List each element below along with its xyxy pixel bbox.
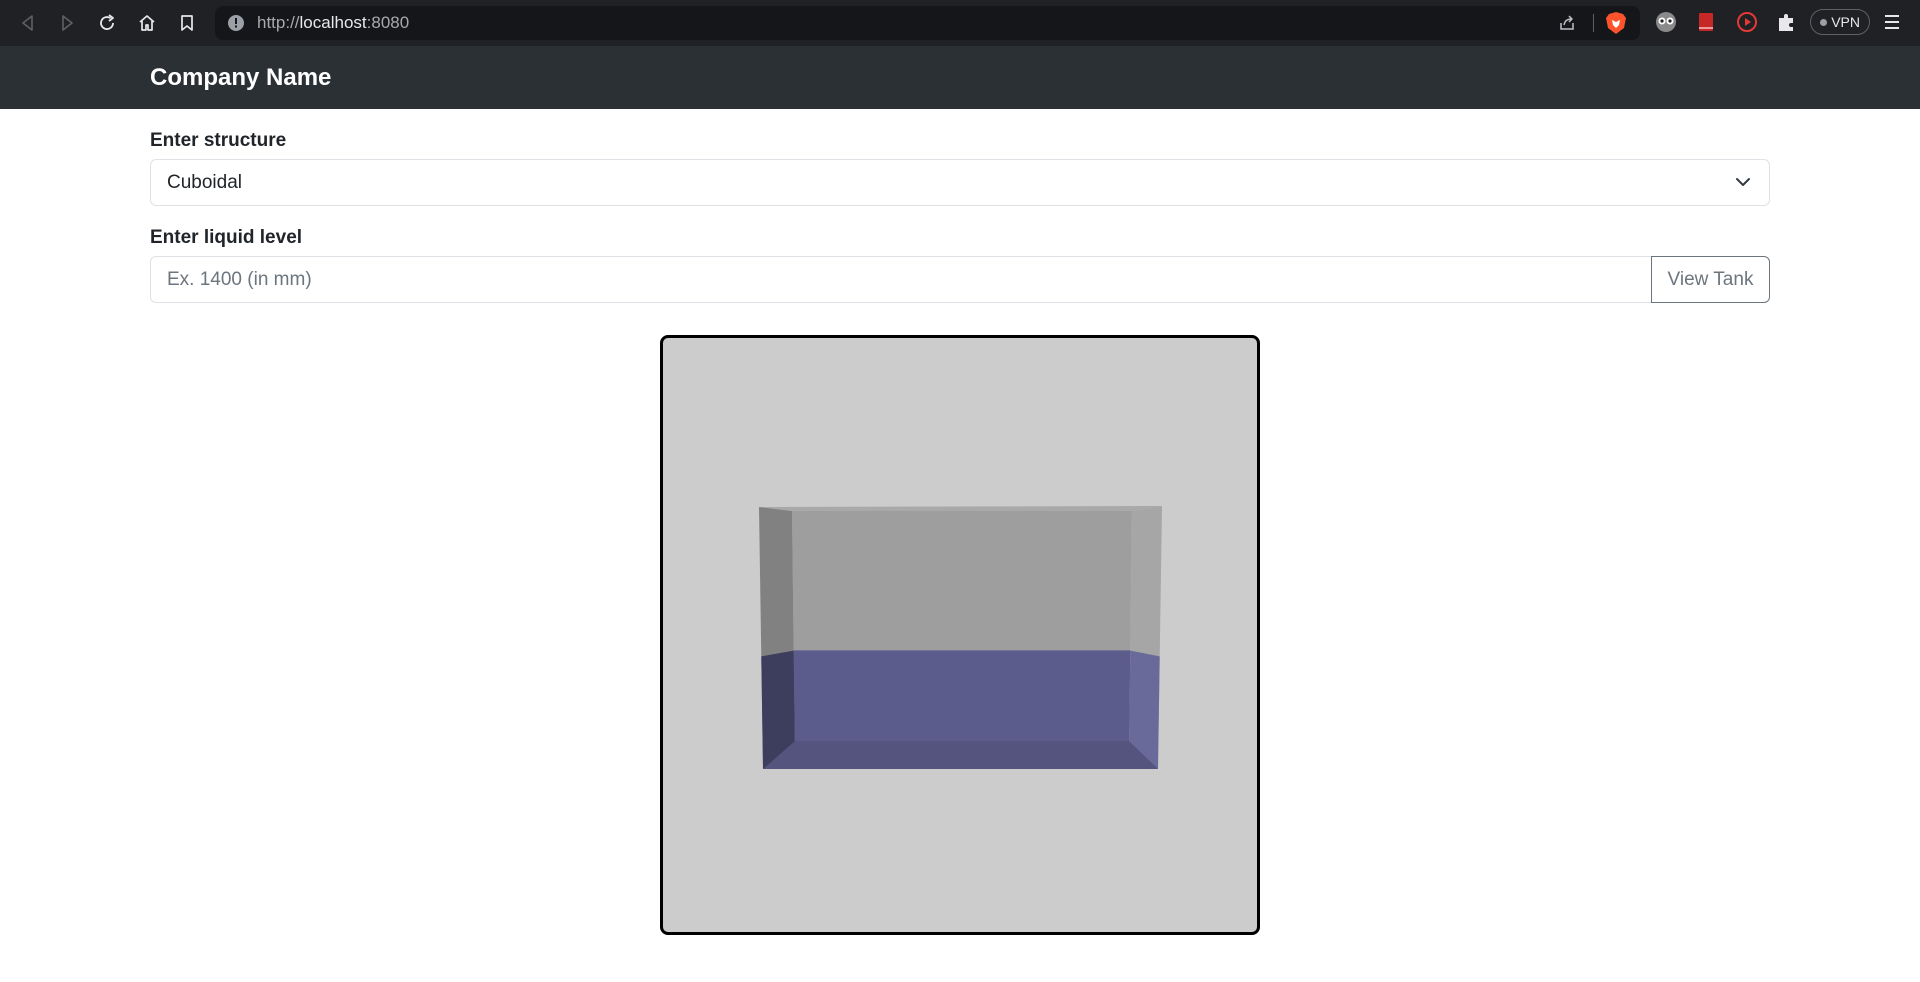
- tank-top-rim: [759, 506, 1162, 511]
- url-host: localhost: [299, 13, 367, 32]
- home-icon[interactable]: [127, 3, 167, 43]
- browser-toolbar: http://localhost:8080 VPN: [0, 0, 1920, 46]
- reload-icon[interactable]: [87, 3, 127, 43]
- back-icon[interactable]: [8, 3, 48, 43]
- share-icon[interactable]: [1557, 13, 1577, 33]
- vpn-label: VPN: [1831, 14, 1860, 30]
- eyes-extension-icon[interactable]: [1654, 10, 1678, 34]
- puzzle-icon[interactable]: [1775, 10, 1799, 34]
- bookmark-icon[interactable]: [167, 3, 207, 43]
- liquid-bottom-face: [763, 741, 1158, 769]
- url-port: :8080: [366, 13, 410, 32]
- url-divider: [1593, 14, 1594, 32]
- structure-selected-value: Cuboidal: [167, 172, 242, 193]
- hamburger-menu-icon[interactable]: [1883, 12, 1901, 32]
- tank-viewer-canvas[interactable]: [660, 335, 1260, 935]
- structure-select[interactable]: Cuboidal: [150, 159, 1770, 206]
- navbar: Company Name: [0, 46, 1920, 109]
- brave-lion-icon[interactable]: [1605, 11, 1627, 35]
- forward-icon[interactable]: [47, 3, 87, 43]
- url-text: http://localhost:8080: [257, 6, 409, 40]
- info-icon[interactable]: [227, 14, 245, 32]
- view-tank-button[interactable]: View Tank: [1651, 256, 1770, 303]
- vpn-button[interactable]: VPN: [1810, 9, 1870, 35]
- liquid-back-face: [793, 650, 1131, 756]
- address-bar[interactable]: http://localhost:8080: [215, 6, 1640, 40]
- url-scheme: http://: [257, 13, 300, 32]
- structure-label: Enter structure: [150, 130, 287, 151]
- red-play-extension-icon[interactable]: [1735, 10, 1759, 34]
- brand-name[interactable]: Company Name: [150, 46, 331, 109]
- tank-3d-render: [759, 506, 1162, 769]
- liquid-level-label: Enter liquid level: [150, 227, 303, 248]
- vpn-status-dot: [1820, 19, 1827, 26]
- chevron-down-icon: [1736, 178, 1750, 186]
- red-book-extension-icon[interactable]: [1694, 10, 1718, 34]
- liquid-level-input[interactable]: [150, 256, 1652, 303]
